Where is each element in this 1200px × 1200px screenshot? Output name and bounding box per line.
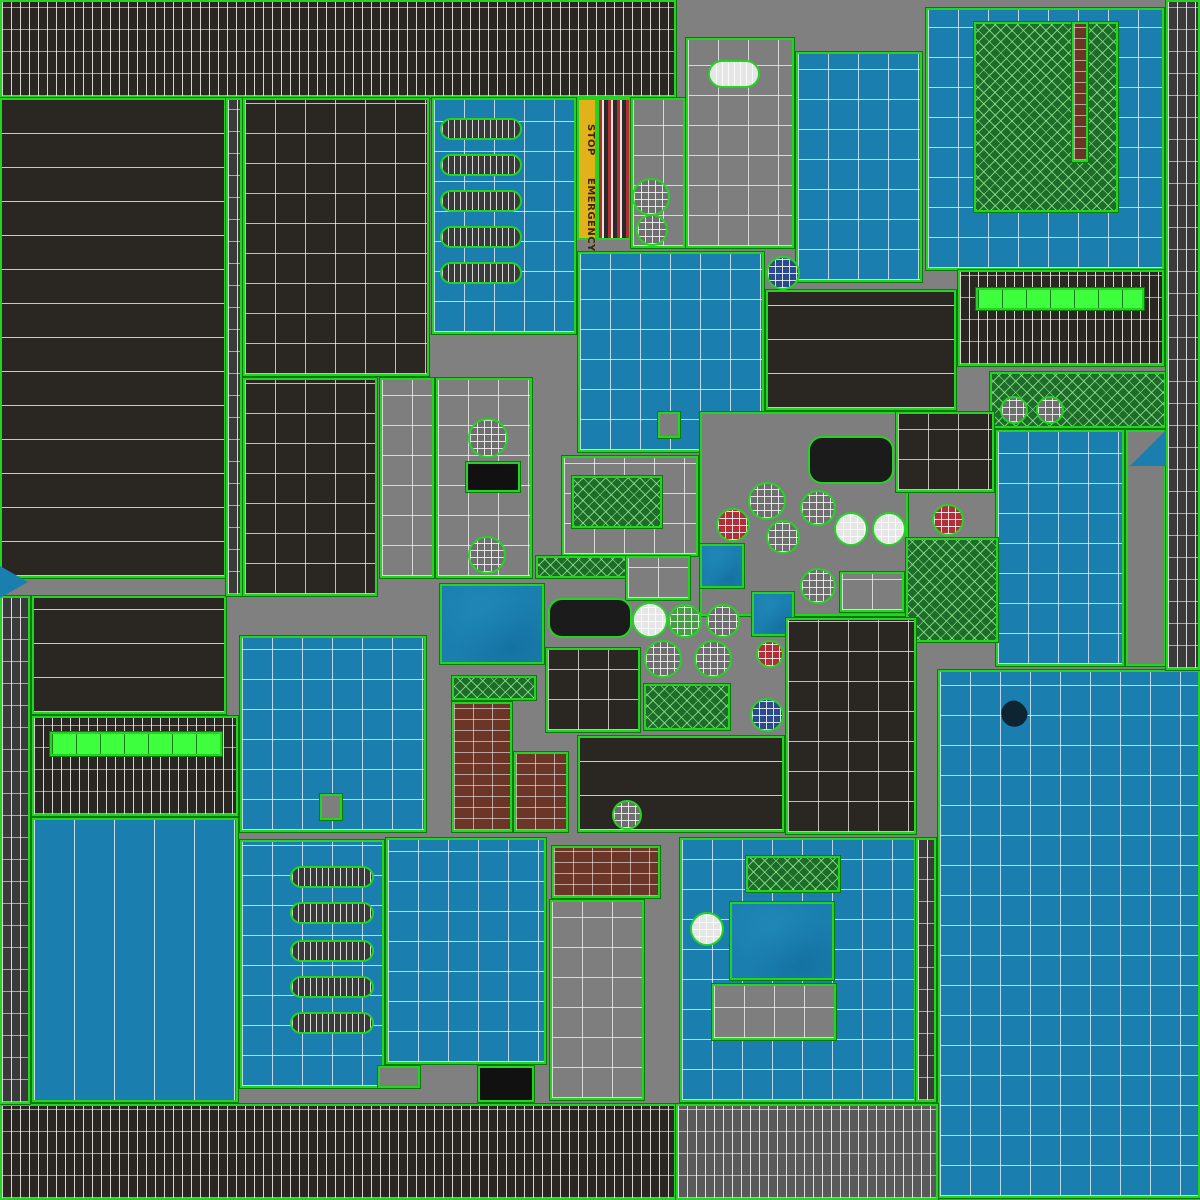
left-edge-rail (0, 595, 31, 1105)
emergency-stop-label: STOP EMERGENCY (577, 98, 597, 252)
round-grille (706, 604, 740, 638)
round-grille (800, 568, 836, 604)
round-grille-red (716, 508, 750, 542)
vent-slot (290, 902, 374, 924)
dark-panel-right-center (895, 411, 995, 493)
dark-rounded-plate (548, 598, 632, 638)
emergency-text: EMERGENCY (585, 178, 596, 252)
vent-slot (290, 1012, 374, 1034)
round-grille-green (668, 604, 702, 638)
round-grille (748, 482, 786, 520)
dark-panel-mid (242, 377, 378, 597)
corner-triangle (0, 566, 28, 598)
round-grille (694, 640, 732, 678)
dark-panel-striped (765, 289, 957, 411)
dark-frame-center (577, 735, 785, 833)
handle (708, 60, 760, 88)
mesh-strip (643, 683, 731, 731)
round-grille-red (756, 640, 784, 668)
round-grille (800, 490, 836, 526)
blue-panel-large-right (937, 669, 1200, 1199)
round-part (636, 214, 668, 246)
top-dark-strip (0, 0, 677, 99)
blue-panel-right (995, 429, 1125, 667)
control-panel (711, 983, 837, 1041)
blue-inset (729, 901, 835, 981)
mesh-frame (571, 475, 663, 529)
round-grille-blue (750, 698, 784, 732)
dark-panel-left-mid (31, 595, 227, 715)
stripe-panel (597, 98, 631, 240)
vent-grid-small (839, 571, 905, 613)
right-edge-rail (1165, 0, 1200, 671)
round-grille (644, 640, 682, 678)
mesh-strip (745, 855, 841, 893)
small-square (319, 793, 343, 821)
dark-panel-green-band (31, 715, 239, 817)
small-blue-square (699, 543, 745, 589)
round-grille (612, 800, 642, 830)
gray-strip-bottom (549, 899, 645, 1101)
blue-panel-top (795, 51, 923, 283)
brick-panel (451, 701, 513, 833)
round-grille (468, 418, 508, 458)
dark-block-bottom (477, 1065, 535, 1103)
dark-panel-small (545, 647, 641, 733)
gray-window-panel (379, 377, 435, 579)
mesh-panel-right (905, 537, 999, 643)
round-grille-white (834, 512, 868, 546)
round-grille-red (932, 504, 964, 536)
dark-block (465, 461, 521, 493)
round-part (1036, 396, 1064, 424)
round-grille (766, 520, 800, 554)
vent-slot (440, 154, 522, 176)
dark-panel-right-top (957, 269, 1165, 367)
round-part (1000, 396, 1028, 424)
uv-texture-atlas: STOP EMERGENCY (0, 0, 1200, 1200)
vent-slot (440, 226, 522, 248)
blue-panel-bottom-center (385, 837, 547, 1065)
dark-rounded-plate (808, 436, 894, 484)
dark-panel-tall (242, 97, 430, 377)
round-part (632, 178, 670, 216)
vent-grid-small (625, 555, 691, 601)
bottom-right-strip (675, 1103, 939, 1200)
round-grille-white (690, 912, 724, 946)
round-grille-white (872, 512, 906, 546)
brick-panel (513, 751, 569, 833)
round-grille-blue (766, 256, 800, 290)
corner-triangle (1130, 430, 1166, 466)
vent-slot (440, 262, 522, 284)
dark-smudge (994, 700, 1028, 734)
vertical-rail (915, 837, 937, 1103)
brick-inset (1071, 21, 1089, 163)
vent-slot (290, 976, 374, 998)
mesh-inset (973, 21, 1119, 213)
brick-panel (551, 845, 661, 899)
vertical-rail (225, 97, 243, 597)
vent-slot (440, 190, 522, 212)
round-grille (468, 536, 506, 574)
blue-tile-center (439, 583, 545, 665)
vent-slot (440, 118, 522, 140)
left-dark-panel (0, 97, 227, 579)
dark-panel-right-tall (785, 617, 917, 835)
bottom-dark-strip (0, 1103, 677, 1200)
mesh-strip (451, 675, 537, 701)
small-square (657, 411, 681, 439)
round-grille-white (632, 602, 668, 638)
stop-text: STOP (585, 124, 596, 156)
blue-panel-bottom-left (31, 817, 239, 1103)
handle-bottom (377, 1065, 421, 1089)
vent-slot (290, 866, 374, 888)
bright-green-band (975, 287, 1145, 311)
vent-slot (290, 940, 374, 962)
bright-green-band-left (49, 731, 223, 757)
